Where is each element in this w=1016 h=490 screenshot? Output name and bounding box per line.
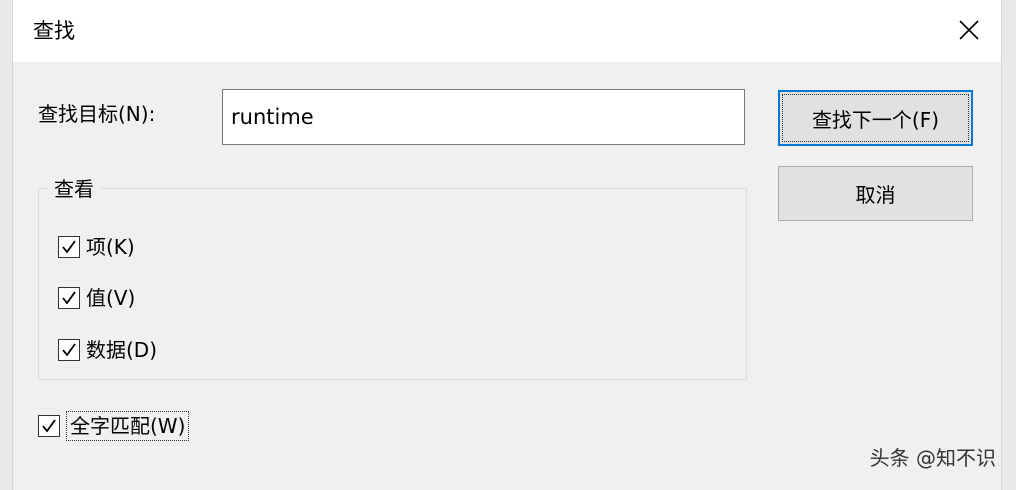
find-target-label: 查找目标(N): (38, 102, 156, 126)
focus-rectangle (782, 94, 969, 142)
checkbox-match-whole-label: 全字匹配(W) (66, 411, 190, 441)
title-bar: 查找 (13, 0, 1001, 62)
find-next-button[interactable]: 查找下一个(F) (778, 90, 973, 146)
checkbox-data-label: 数据(D) (86, 338, 158, 362)
checkmark-icon (62, 240, 76, 254)
window-edge-left (0, 0, 13, 490)
checkbox-data[interactable]: 数据(D) (58, 336, 157, 364)
look-at-title: 查看 (48, 175, 100, 203)
checkbox-keys-label: 项(K) (86, 235, 135, 259)
checkbox-box[interactable] (38, 415, 60, 437)
checkbox-keys[interactable]: 项(K) (58, 233, 135, 261)
close-button[interactable] (951, 12, 987, 48)
cancel-label: 取消 (855, 183, 896, 207)
find-target-input[interactable] (222, 89, 745, 145)
dialog-title: 查找 (33, 19, 75, 43)
checkbox-box[interactable] (58, 236, 80, 258)
checkmark-icon (62, 343, 76, 357)
find-dialog: 查找 查找目标(N): 查找下一个(F) 取消 查看 项(K) (0, 0, 1016, 490)
close-icon (959, 20, 979, 40)
cancel-button[interactable]: 取消 (778, 166, 973, 221)
checkbox-box[interactable] (58, 287, 80, 309)
checkbox-values[interactable]: 值(V) (58, 284, 135, 312)
checkbox-box[interactable] (58, 339, 80, 361)
watermark: 头条 @知不识 (869, 446, 996, 470)
checkmark-icon (62, 291, 76, 305)
window-edge-right (1001, 0, 1016, 490)
checkbox-match-whole[interactable]: 全字匹配(W) (38, 411, 190, 441)
checkbox-values-label: 值(V) (86, 286, 136, 310)
checkmark-icon (42, 419, 56, 433)
